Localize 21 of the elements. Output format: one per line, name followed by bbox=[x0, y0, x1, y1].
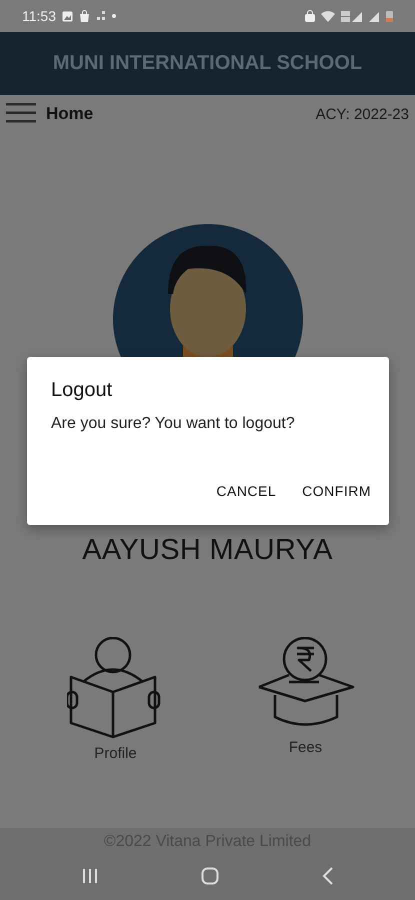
lock-icon bbox=[305, 10, 315, 22]
dialog-button[interactable]: CONFIRM bbox=[296, 477, 377, 505]
battery-icon bbox=[386, 10, 393, 22]
school-title: MUNI INTERNATIONAL SCHOOL bbox=[52, 52, 362, 75]
signal-icon bbox=[341, 10, 363, 22]
home-tile[interactable]: Fees bbox=[250, 637, 360, 762]
image-icon bbox=[62, 10, 73, 22]
status-time: 11:53 bbox=[22, 8, 56, 24]
academic-year: ACY: 2022-23 bbox=[316, 106, 409, 122]
home-tile[interactable]: Profile bbox=[60, 637, 170, 762]
dot-icon bbox=[112, 14, 116, 18]
student-name: AAYUSH MAURYA bbox=[82, 534, 333, 567]
dialog-title: Logout bbox=[51, 379, 114, 402]
dots-icon bbox=[96, 11, 106, 21]
dialog-button[interactable]: CANCEL bbox=[210, 477, 282, 505]
bag-icon bbox=[79, 10, 90, 22]
wifi-icon bbox=[321, 10, 335, 22]
dialog-message: Are you sure? You want to logout? bbox=[51, 415, 296, 433]
menu-icon[interactable] bbox=[6, 102, 36, 126]
signal-icon bbox=[369, 10, 380, 22]
page-title: Home bbox=[46, 104, 94, 124]
